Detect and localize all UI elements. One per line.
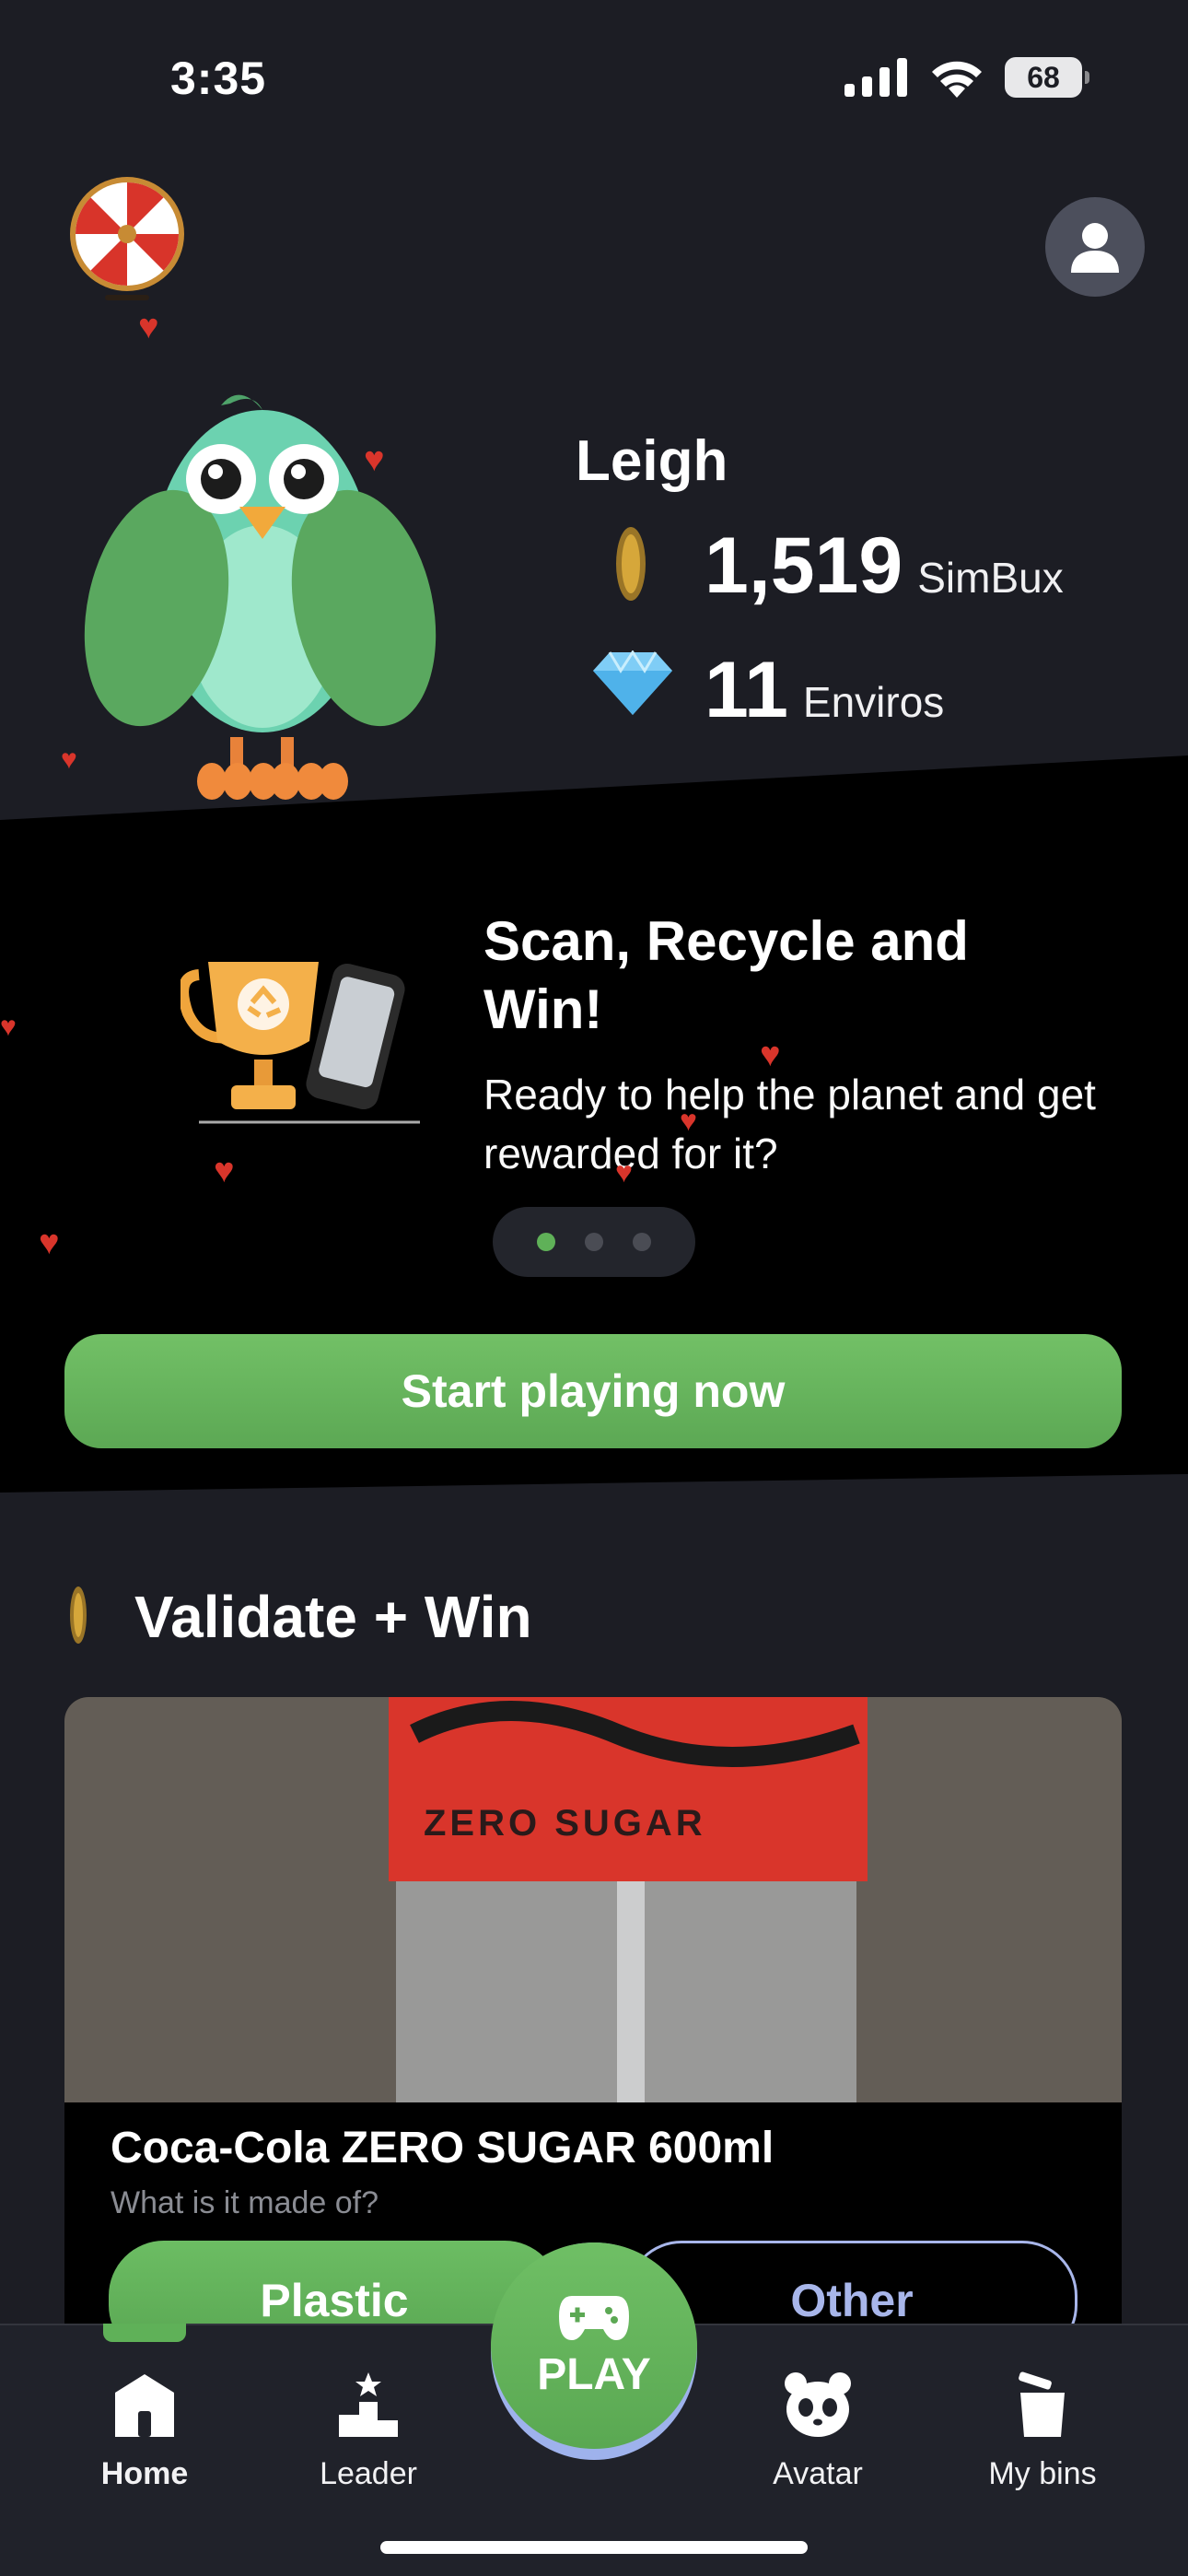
product-photo: ZERO SUGAR <box>64 1697 1122 2102</box>
coin-icon <box>616 527 646 601</box>
heart-icon: ♥ <box>760 1036 781 1074</box>
panda-icon <box>776 2364 859 2447</box>
nav-my-bins[interactable]: My bins <box>950 2364 1135 2492</box>
heart-icon: ♥ <box>214 1152 235 1190</box>
play-label: PLAY <box>537 2349 651 2399</box>
carousel-dot-2[interactable] <box>585 1233 603 1251</box>
bin-icon <box>1001 2364 1084 2447</box>
spin-wheel-icon[interactable] <box>64 177 190 302</box>
heart-icon: ♥ <box>615 1155 633 1188</box>
heart-icon: ♥ <box>39 1224 60 1262</box>
heart-icon: ♥ <box>364 440 385 479</box>
section-title-validate: Validate + Win <box>134 1584 532 1650</box>
nav-my-bins-label: My bins <box>988 2456 1097 2491</box>
battery-indicator: 68 <box>1005 57 1089 98</box>
home-icon <box>103 2364 186 2447</box>
nav-leader-label: Leader <box>320 2456 417 2491</box>
nav-leader[interactable]: Leader <box>276 2364 460 2492</box>
nav-avatar-label: Avatar <box>773 2456 863 2491</box>
signal-icon <box>844 58 907 97</box>
heart-icon: ♥ <box>138 308 159 346</box>
enviros-value: 11 <box>705 646 788 734</box>
carousel-dot-1[interactable] <box>537 1233 555 1251</box>
product-question: What is it made of? <box>111 2185 379 2220</box>
simbux-value: 1,519 <box>705 521 903 610</box>
gamepad-icon <box>559 2295 629 2340</box>
nav-home[interactable]: Home <box>52 2364 237 2492</box>
profile-button[interactable] <box>1045 197 1145 297</box>
diamond-icon <box>593 650 672 715</box>
carousel-dot-3[interactable] <box>633 1233 651 1251</box>
heart-icon: ♥ <box>0 1012 17 1042</box>
carousel-dots[interactable] <box>493 1207 695 1277</box>
home-screen: 3:35 68 Leigh 1,519 SimBux 11 Enviros Sc… <box>0 0 1188 2576</box>
status-icons: 68 <box>844 57 1089 98</box>
nav-home-label: Home <box>100 2456 189 2491</box>
heart-icon: ♥ <box>680 1104 697 1137</box>
promo-title: Scan, Recycle and Win! <box>483 910 969 1040</box>
play-button-face: PLAY <box>491 2242 697 2449</box>
status-time: 3:35 <box>170 53 267 104</box>
bird-mascot <box>84 394 437 800</box>
product-photo-label: ZERO SUGAR <box>424 1803 706 1844</box>
enviros-label: Enviros <box>802 678 945 726</box>
nav-avatar[interactable]: Avatar <box>726 2364 910 2492</box>
product-name: Coca-Cola ZERO SUGAR 600ml <box>111 2124 775 2172</box>
heart-icon: ♥ <box>61 744 77 775</box>
username: Leigh <box>576 429 728 493</box>
home-indicator <box>380 2541 808 2554</box>
enviros-stat: 11 Enviros <box>705 645 944 736</box>
simbux-stat: 1,519 SimBux <box>705 521 1064 612</box>
simbux-label: SimBux <box>917 554 1064 602</box>
podium-icon <box>327 2364 410 2447</box>
wifi-icon <box>932 61 982 98</box>
trophy-phone-illustration <box>181 962 420 1124</box>
coin-icon <box>70 1587 87 1644</box>
start-playing-button[interactable]: Start playing now <box>64 1334 1122 1448</box>
promo-subtitle: Ready to help the planet and get rewarde… <box>483 1071 1096 1177</box>
play-button[interactable]: PLAY <box>491 2242 697 2460</box>
nav-active-indicator <box>103 2324 186 2342</box>
user-icon <box>1071 223 1119 273</box>
